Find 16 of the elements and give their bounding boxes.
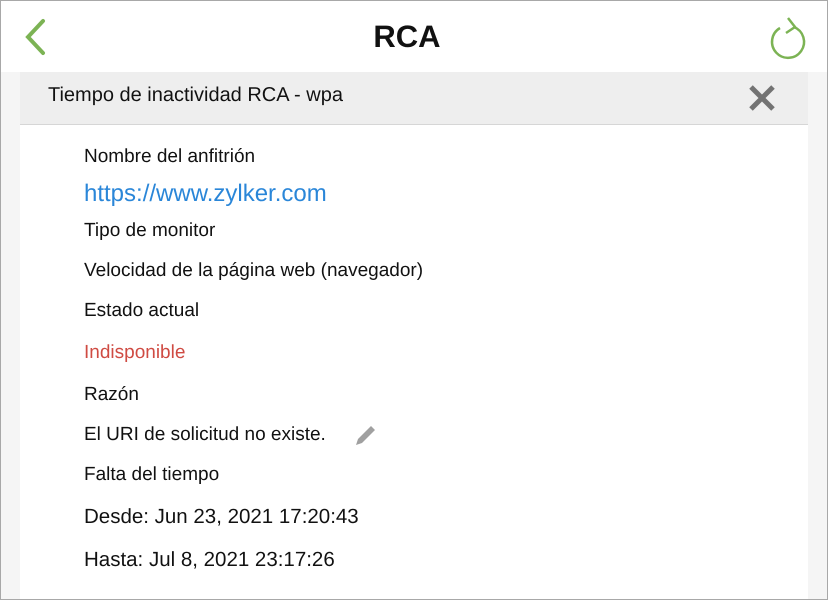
field-label: Nombre del anfitrión	[84, 145, 256, 169]
date-text: Hasta: Jul 8, 2021 23:17:26	[84, 546, 336, 572]
reason-text: El URI de solicitud no existe.	[84, 424, 326, 446]
edit-icon[interactable]	[354, 423, 378, 447]
status-text: Indisponible	[84, 341, 186, 365]
close-icon[interactable]	[748, 84, 776, 112]
date-text: Desde: Jun 23, 2021 17:20:43	[84, 504, 360, 530]
panel-title: Tiempo de inactividad RCA - wpa	[48, 84, 343, 106]
page-title: RCA	[373, 18, 441, 54]
field-label: Tipo de monitor	[84, 219, 216, 243]
back-icon[interactable]	[23, 18, 47, 56]
field-label: Estado actual	[84, 299, 200, 323]
field-label: Falta del tiempo	[84, 463, 220, 487]
field-label: Velocidad de la página web (navegador)	[84, 259, 424, 283]
field-label: Razón	[84, 383, 140, 407]
host-link[interactable]: https://www.zylker.com	[84, 177, 808, 211]
